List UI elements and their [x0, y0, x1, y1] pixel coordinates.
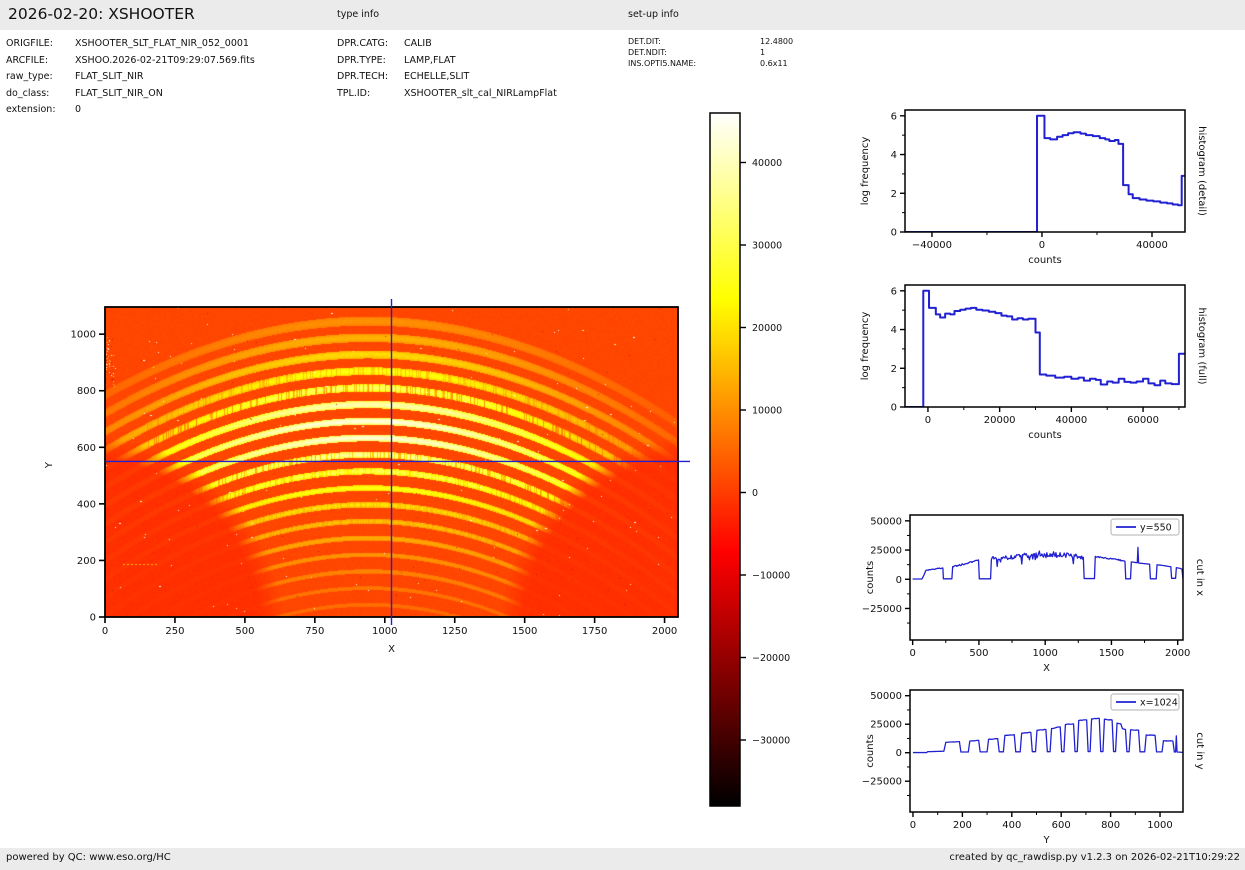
- histogram-detail-x-tick-label: 0: [1039, 240, 1045, 251]
- cut-in-y-y-tick-label: −25000: [862, 777, 902, 788]
- cut-in-y-x-tick-label: 600: [1052, 820, 1071, 831]
- colorbar-tick-label: 0: [752, 488, 758, 499]
- cut-in-y-x-tick-label: 200: [953, 820, 972, 831]
- cut-in-x-x-tick-label: 500: [969, 648, 988, 659]
- histogram-detail-x-tick-label: −40000: [912, 240, 952, 251]
- main-x-tick-label: 250: [165, 626, 184, 637]
- cut-in-y-xaxis-label: Y: [1042, 835, 1050, 846]
- main-y-tick-label: 600: [77, 443, 96, 454]
- cut-in-x-x-tick-label: 1000: [1032, 648, 1057, 659]
- cut-in-y-x-tick-label: 400: [1002, 820, 1021, 831]
- cut-in-x-right-label: cut in x: [1194, 559, 1205, 596]
- colorbar-tick-label: −10000: [752, 571, 790, 582]
- histogram-detail-y-tick-label: 0: [891, 228, 897, 239]
- cut-in-x-y-tick-label: 0: [896, 575, 902, 586]
- main-x-tick-label: 1750: [582, 626, 607, 637]
- histogram-full-y-tick-label: 4: [891, 325, 897, 336]
- main-xaxis-label: X: [388, 644, 395, 655]
- cut-in-y-x-tick-label: 1000: [1147, 820, 1172, 831]
- histogram-detail-y-tick-label: 2: [891, 189, 897, 200]
- main-x-tick-label: 750: [305, 626, 324, 637]
- cut-in-y-x-tick-label: 0: [910, 820, 916, 831]
- cut-in-x-y-tick-label: −25000: [862, 604, 902, 615]
- main-x-tick-label: 0: [102, 626, 108, 637]
- colorbar-tick-label: 10000: [752, 406, 782, 417]
- histogram-full-y-tick-label: 2: [891, 364, 897, 375]
- cut-in-y-x-tick-label: 800: [1101, 820, 1120, 831]
- main-x-tick-label: 1500: [512, 626, 537, 637]
- histogram-full-x-tick-label: 60000: [1127, 415, 1159, 426]
- cut-in-x-legend-label: y=550: [1140, 523, 1172, 534]
- histogram-full-xaxis-label: counts: [1028, 430, 1061, 441]
- main-y-tick-label: 200: [77, 556, 96, 567]
- main-x-tick-label: 500: [235, 626, 254, 637]
- cut-in-x-y-tick-label: 25000: [870, 546, 902, 557]
- cut-in-x-x-tick-label: 1500: [1099, 648, 1124, 659]
- histogram-full-y-tick-label: 6: [891, 286, 897, 297]
- colorbar-frame: [710, 113, 740, 806]
- cut-in-x-yaxis-label: counts: [865, 561, 876, 594]
- main-yaxis-label: Y: [44, 461, 55, 469]
- footer-powered-by: powered by QC: www.eso.org/HC: [6, 852, 171, 863]
- plots-overlay: 0250500750100012501500175020000200400600…: [0, 0, 1245, 870]
- histogram-full-x-tick-label: 40000: [1055, 415, 1087, 426]
- cut-in-y-legend-label: x=1024: [1140, 698, 1178, 709]
- main-y-tick-label: 800: [77, 386, 96, 397]
- cut-in-x-x-tick-label: 0: [909, 648, 915, 659]
- histogram-full-x-tick-label: 0: [925, 415, 931, 426]
- histogram-detail-xaxis-label: counts: [1028, 255, 1061, 266]
- main-y-tick-label: 400: [77, 499, 96, 510]
- footer-created-by: created by qc_rawdisp.py v1.2.3 on 2026-…: [949, 852, 1240, 863]
- histogram-full-right-label: histogram (full): [1196, 307, 1207, 384]
- histogram-full-y-tick-label: 0: [891, 403, 897, 414]
- colorbar-tick-label: −20000: [752, 653, 790, 664]
- main-x-tick-label: 1250: [442, 626, 467, 637]
- cut-in-y-y-tick-label: 25000: [870, 720, 902, 731]
- cut-in-x-xaxis-label: X: [1043, 663, 1050, 674]
- cut-in-x-y-tick-label: 50000: [870, 516, 902, 527]
- colorbar-tick-label: 40000: [752, 158, 782, 169]
- qc-report-page: 2026-02-20: XSHOOTER type info set-up in…: [0, 0, 1245, 870]
- histogram-full-bg: [905, 285, 1185, 407]
- histogram-detail-right-label: histogram (detail): [1196, 126, 1207, 216]
- histogram-detail-y-tick-label: 4: [891, 150, 897, 161]
- main-x-tick-label: 2000: [652, 626, 677, 637]
- colorbar-tick-label: 20000: [752, 323, 782, 334]
- histogram-full-yaxis-label: log frequency: [860, 312, 871, 381]
- cut-in-y-y-tick-label: 50000: [870, 691, 902, 702]
- colorbar-tick-label: −30000: [752, 736, 790, 747]
- histogram-detail-yaxis-label: log frequency: [860, 137, 871, 206]
- cut-in-y-yaxis-label: counts: [865, 734, 876, 767]
- histogram-detail-y-tick-label: 6: [891, 111, 897, 122]
- cut-in-y-right-label: cut in y: [1194, 732, 1205, 769]
- histogram-detail-x-tick-label: 40000: [1136, 240, 1168, 251]
- cut-in-y-y-tick-label: 0: [896, 748, 902, 759]
- colorbar-tick-label: 30000: [752, 241, 782, 252]
- cut-in-x-x-tick-label: 2000: [1165, 648, 1190, 659]
- main-x-tick-label: 1000: [372, 626, 397, 637]
- histogram-full-x-tick-label: 20000: [984, 415, 1016, 426]
- footer-bar: powered by QC: www.eso.org/HC created by…: [0, 848, 1245, 870]
- main-y-tick-label: 1000: [71, 330, 96, 341]
- main-y-tick-label: 0: [90, 613, 96, 624]
